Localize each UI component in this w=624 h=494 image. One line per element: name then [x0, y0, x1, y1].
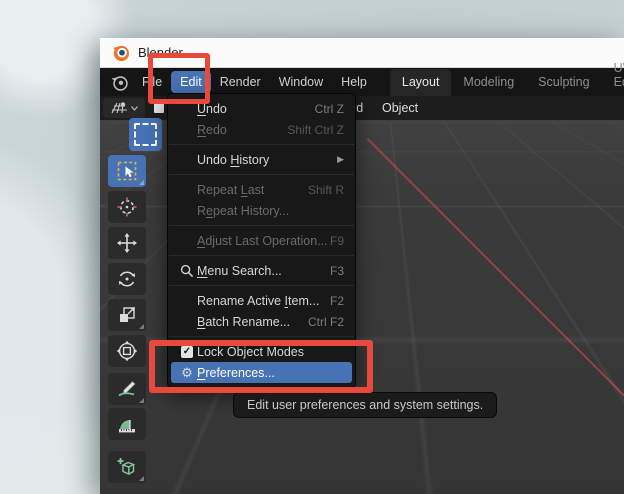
mode-selector-button[interactable] [151, 100, 166, 115]
menu-file[interactable]: File [133, 71, 171, 93]
menu-item-shortcut: F2 [330, 294, 344, 308]
tool-move-button[interactable] [108, 227, 146, 259]
menu-item-label: Adjust Last Operation... [197, 234, 328, 248]
topbar: FileEditRenderWindowHelp LayoutModelingS… [100, 68, 624, 96]
tab-sculpting[interactable]: Sculpting [526, 69, 601, 96]
menu-item-label: Redo [197, 123, 227, 137]
blender-app-menu-icon[interactable] [109, 72, 129, 92]
menu-item-label: Undo [197, 102, 227, 116]
menu-item-menu-search[interactable]: Menu Search... F3 [171, 260, 352, 281]
workspace-tabs: LayoutModelingSculptingUV Editing [390, 68, 624, 96]
tool-transform-button[interactable] [108, 335, 146, 367]
menu-item-label: Repeat History... [197, 204, 289, 218]
cursor-icon [116, 196, 138, 218]
measure-icon [116, 413, 138, 435]
window-titlebar[interactable]: Blender [100, 38, 624, 68]
menu-help[interactable]: Help [332, 71, 376, 93]
menu-item-repeat-history: Repeat History... [171, 200, 352, 221]
tool-annotate-button[interactable] [108, 373, 146, 405]
rotate-icon [116, 268, 138, 290]
tool-submenu-corner [139, 324, 144, 329]
menu-separator [169, 170, 354, 179]
tool-submenu-corner [139, 398, 144, 403]
edit-menu-dropdown: Undo Ctrl Z Redo Shift Ctrl Z Undo History ▶ R… [167, 93, 356, 388]
menu-item-label: Undo History [197, 153, 269, 167]
select-box-icon [116, 160, 138, 182]
menu-item-lock-object-modes[interactable]: ✓Lock Object Modes [171, 341, 352, 362]
menu-item-adjust-last-operation: Adjust Last Operation...F9 [171, 230, 352, 251]
menu-item-label: Menu Search... [197, 264, 282, 278]
menu-separator [169, 251, 354, 260]
menu-item-undo[interactable]: Undo Ctrl Z [171, 98, 352, 119]
tooltip-text: Edit user preferences and system setting… [247, 398, 483, 412]
menu-item-shortcut: Shift Ctrl Z [287, 123, 344, 137]
menu-edit[interactable]: Edit [171, 71, 211, 93]
move-icon [116, 232, 138, 254]
blender-window: Blender FileEditRenderWindowHelp LayoutM… [100, 38, 624, 494]
search-icon [177, 264, 197, 278]
select-box-icon [134, 123, 157, 146]
menu-separator [169, 281, 354, 290]
menu-item-label: Repeat Last [197, 183, 264, 197]
menu-item-undo-history[interactable]: Undo History ▶ [171, 149, 352, 170]
tool-scale-button[interactable] [108, 299, 146, 331]
menu-item-shortcut: Shift R [308, 183, 344, 197]
menu-item-label: Lock Object Modes [197, 345, 304, 359]
menu-separator [169, 140, 354, 149]
menu-item-label: Preferences... [197, 366, 275, 380]
editor-type-button[interactable] [103, 98, 145, 118]
chevron-down-icon [131, 106, 138, 111]
window-title: Blender [138, 45, 183, 60]
gear-icon: ⚙ [177, 366, 197, 379]
menu-item-batch-rename[interactable]: Batch Rename... Ctrl F2 [171, 311, 352, 332]
menu-item-rename-active-item[interactable]: Rename Active Item... F2 [171, 290, 352, 311]
viewport-menu-object[interactable]: Object [382, 96, 418, 120]
tool-cursor-button[interactable] [108, 191, 146, 223]
toolbar [108, 155, 146, 487]
tab-uv-editing[interactable]: UV Editing [602, 55, 624, 96]
menu-item-label: Rename Active Item... [197, 294, 319, 308]
tool-rotate-button[interactable] [108, 263, 146, 295]
submenu-arrow-icon: ▶ [337, 154, 344, 165]
menu-item-label: Batch Rename... [197, 315, 290, 329]
tool-measure-button[interactable] [108, 408, 146, 440]
menu-item-preferences[interactable]: ⚙Preferences... [171, 362, 352, 383]
menu-render[interactable]: Render [211, 71, 270, 93]
annotate-icon [116, 378, 138, 400]
active-tool-select-box-chip[interactable] [129, 118, 162, 151]
checkbox-checked-icon: ✓ [177, 346, 197, 358]
tab-modeling[interactable]: Modeling [451, 69, 526, 96]
object-mode-icon [154, 103, 164, 113]
desktop: Blender FileEditRenderWindowHelp LayoutM… [0, 0, 624, 494]
blender-logo-icon [111, 43, 130, 62]
menu-item-repeat-last: Repeat Last Shift R [171, 179, 352, 200]
menu-item-redo: Redo Shift Ctrl Z [171, 119, 352, 140]
menu-separator [169, 332, 354, 341]
menu-item-shortcut: Ctrl Z [315, 102, 344, 116]
tab-layout[interactable]: Layout [390, 69, 452, 96]
menu-item-shortcut: F3 [330, 264, 344, 278]
tool-select-box-button[interactable] [108, 155, 146, 187]
menu-window[interactable]: Window [270, 71, 332, 93]
menu-item-shortcut: F9 [330, 234, 344, 248]
viewport-editor-icon [111, 101, 129, 115]
tool-submenu-corner [139, 476, 144, 481]
menu-separator [169, 221, 354, 230]
menu-item-shortcut: Ctrl F2 [308, 315, 344, 329]
add-cube-icon [116, 456, 138, 478]
tooltip: Edit user preferences and system setting… [233, 392, 497, 418]
tool-add-cube-button[interactable] [108, 451, 146, 483]
menu-bar: FileEditRenderWindowHelp [133, 71, 376, 93]
scale-icon [116, 304, 138, 326]
tool-submenu-corner [139, 180, 144, 185]
transform-icon [116, 340, 138, 362]
